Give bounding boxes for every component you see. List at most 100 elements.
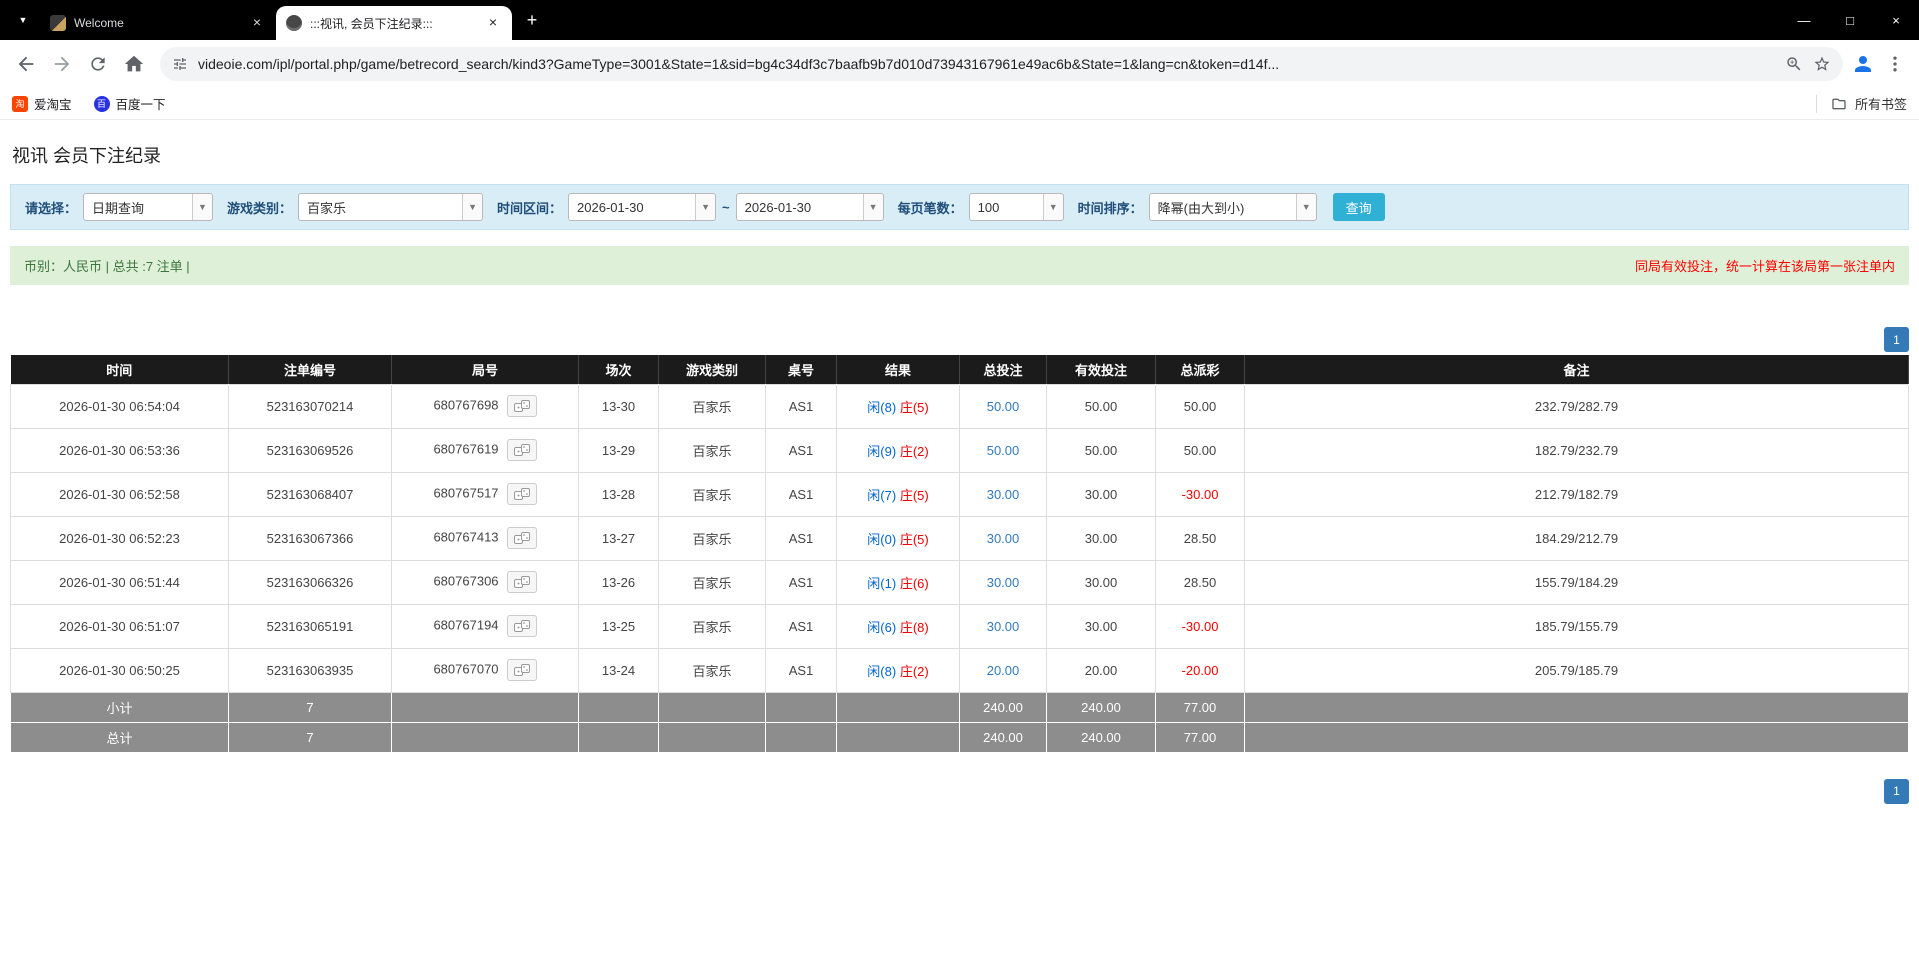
round-result-button[interactable] xyxy=(507,395,537,417)
payout: -30.00 xyxy=(1156,604,1245,648)
round-id-text: 680767517 xyxy=(433,485,498,500)
footer-payout: 77.00 xyxy=(1156,692,1245,722)
tab-label: Welcome xyxy=(74,16,240,30)
dice-icon xyxy=(514,488,530,501)
query-button[interactable]: 查询 xyxy=(1333,193,1385,221)
result-player: 闲(9) xyxy=(867,444,896,459)
menu-icon[interactable] xyxy=(1885,54,1905,74)
footer-valid-bet: 240.00 xyxy=(1047,692,1156,722)
result: 闲(1) 庄(6) xyxy=(837,560,960,604)
chevron-down-icon: ▼ xyxy=(192,194,212,220)
column-header: 有效投注 xyxy=(1047,355,1156,384)
home-icon xyxy=(123,53,145,75)
summary-text: 币别：人民币 | 总共 :7 注单 | xyxy=(24,256,190,275)
all-bookmarks-label: 所有书签 xyxy=(1855,94,1907,113)
round-id: 680767413 xyxy=(392,516,579,560)
valid-bet: 20.00 xyxy=(1047,648,1156,692)
round-result-button[interactable] xyxy=(507,659,537,681)
date-from-select[interactable]: 2026-01-30 ▼ xyxy=(568,193,716,221)
bookmarks-bar: 淘 爱淘宝 百 百度一下 所有书签 xyxy=(0,88,1919,120)
minimize-button[interactable]: — xyxy=(1781,0,1827,40)
result-banker: 庄(5) xyxy=(900,488,929,503)
game-category: 百家乐 xyxy=(659,560,766,604)
forward-button[interactable] xyxy=(44,46,80,82)
bookmark-baidu[interactable]: 百 百度一下 xyxy=(94,94,166,113)
dice-icon xyxy=(514,576,530,589)
profile-avatar[interactable] xyxy=(1851,52,1875,76)
bookmark-label: 爱淘宝 xyxy=(34,94,72,113)
game-category: 百家乐 xyxy=(659,604,766,648)
total-bet-link[interactable]: 30.00 xyxy=(960,472,1047,516)
dice-icon xyxy=(514,664,530,677)
address-bar[interactable]: videoie.com/ipl/portal.php/game/betrecor… xyxy=(160,47,1843,81)
round-result-button[interactable] xyxy=(507,483,537,505)
back-button[interactable] xyxy=(8,46,44,82)
date-to-select[interactable]: 2026-01-30 ▼ xyxy=(736,193,884,221)
bet-id: 523163066326 xyxy=(229,560,392,604)
total-bet-link[interactable]: 30.00 xyxy=(960,604,1047,648)
total-bet-link[interactable]: 30.00 xyxy=(960,560,1047,604)
tab-welcome[interactable]: Welcome × xyxy=(40,6,276,40)
new-tab-button[interactable]: + xyxy=(518,6,546,34)
valid-bet: 50.00 xyxy=(1047,428,1156,472)
total-bet-link[interactable]: 50.00 xyxy=(960,384,1047,428)
payout: 28.50 xyxy=(1156,560,1245,604)
query-type-select[interactable]: 日期查询 ▼ xyxy=(83,193,213,221)
game-type-label: 游戏类别： xyxy=(227,198,292,217)
chevron-down-icon: ▼ xyxy=(19,15,28,25)
tab-close-icon[interactable]: × xyxy=(484,14,502,32)
browser-titlebar: ▼ Welcome × :::视讯, 会员下注纪录::: × + — □ × xyxy=(0,0,1919,40)
taobao-icon: 淘 xyxy=(12,96,28,112)
close-button[interactable]: × xyxy=(1873,0,1919,40)
bet-time: 2026-01-30 06:51:07 xyxy=(11,604,229,648)
round-result-button[interactable] xyxy=(507,527,537,549)
result: 闲(6) 庄(8) xyxy=(837,604,960,648)
bookmark-taobao[interactable]: 淘 爱淘宝 xyxy=(12,94,72,113)
result-banker: 庄(8) xyxy=(900,620,929,635)
tab-close-icon[interactable]: × xyxy=(248,14,266,32)
pagination-page-button[interactable]: 1 xyxy=(1884,327,1909,352)
total-bet-link[interactable]: 50.00 xyxy=(960,428,1047,472)
table-header-row: 时间注单编号局号场次游戏类别桌号结果总投注有效投注总派彩备注 xyxy=(11,355,1909,384)
page-content: 视讯 会员下注纪录 请选择： 日期查询 ▼ 游戏类别： 百家乐 ▼ 时间区间： … xyxy=(0,142,1919,804)
tab-label: :::视讯, 会员下注纪录::: xyxy=(310,15,476,32)
chevron-down-icon: ▼ xyxy=(695,194,715,220)
chevron-down-icon: ▼ xyxy=(863,194,883,220)
per-page-select[interactable]: 100 ▼ xyxy=(969,193,1064,221)
round-id-text: 680767194 xyxy=(433,617,498,632)
home-button[interactable] xyxy=(116,46,152,82)
footer-total-bet: 240.00 xyxy=(960,722,1047,752)
sort-select[interactable]: 降幂(由大到小) ▼ xyxy=(1149,193,1317,221)
note: 184.29/212.79 xyxy=(1245,516,1909,560)
valid-bet: 30.00 xyxy=(1047,516,1156,560)
tab-favicon xyxy=(286,15,302,31)
zoom-icon[interactable] xyxy=(1785,55,1803,73)
tab-search-button[interactable]: ▼ xyxy=(8,5,38,35)
url-text[interactable]: videoie.com/ipl/portal.php/game/betrecor… xyxy=(198,56,1775,72)
round-result-button[interactable] xyxy=(507,571,537,593)
total-bet-link[interactable]: 20.00 xyxy=(960,648,1047,692)
round-result-button[interactable] xyxy=(507,439,537,461)
round-result-button[interactable] xyxy=(507,615,537,637)
browser-toolbar: videoie.com/ipl/portal.php/game/betrecor… xyxy=(0,40,1919,88)
column-header: 桌号 xyxy=(766,355,837,384)
note: 155.79/184.29 xyxy=(1245,560,1909,604)
bookmark-star-icon[interactable] xyxy=(1813,55,1831,73)
footer-empty-cell xyxy=(392,722,579,752)
range-separator: ~ xyxy=(722,200,730,215)
reload-button[interactable] xyxy=(80,46,116,82)
game-category: 百家乐 xyxy=(659,648,766,692)
filter-bar: 请选择： 日期查询 ▼ 游戏类别： 百家乐 ▼ 时间区间： 2026-01-30… xyxy=(10,184,1909,230)
all-bookmarks[interactable]: 所有书签 xyxy=(1816,95,1907,113)
session-no: 13-24 xyxy=(579,648,659,692)
pagination-page-button[interactable]: 1 xyxy=(1884,779,1909,804)
total-bet-link[interactable]: 30.00 xyxy=(960,516,1047,560)
maximize-button[interactable]: □ xyxy=(1827,0,1873,40)
tab-betrecord[interactable]: :::视讯, 会员下注纪录::: × xyxy=(276,6,512,40)
round-id: 680767698 xyxy=(392,384,579,428)
per-page-label: 每页笔数： xyxy=(898,198,963,217)
game-type-select[interactable]: 百家乐 ▼ xyxy=(298,193,483,221)
site-settings-icon[interactable] xyxy=(172,56,188,72)
footer-payout: 77.00 xyxy=(1156,722,1245,752)
column-header: 注单编号 xyxy=(229,355,392,384)
